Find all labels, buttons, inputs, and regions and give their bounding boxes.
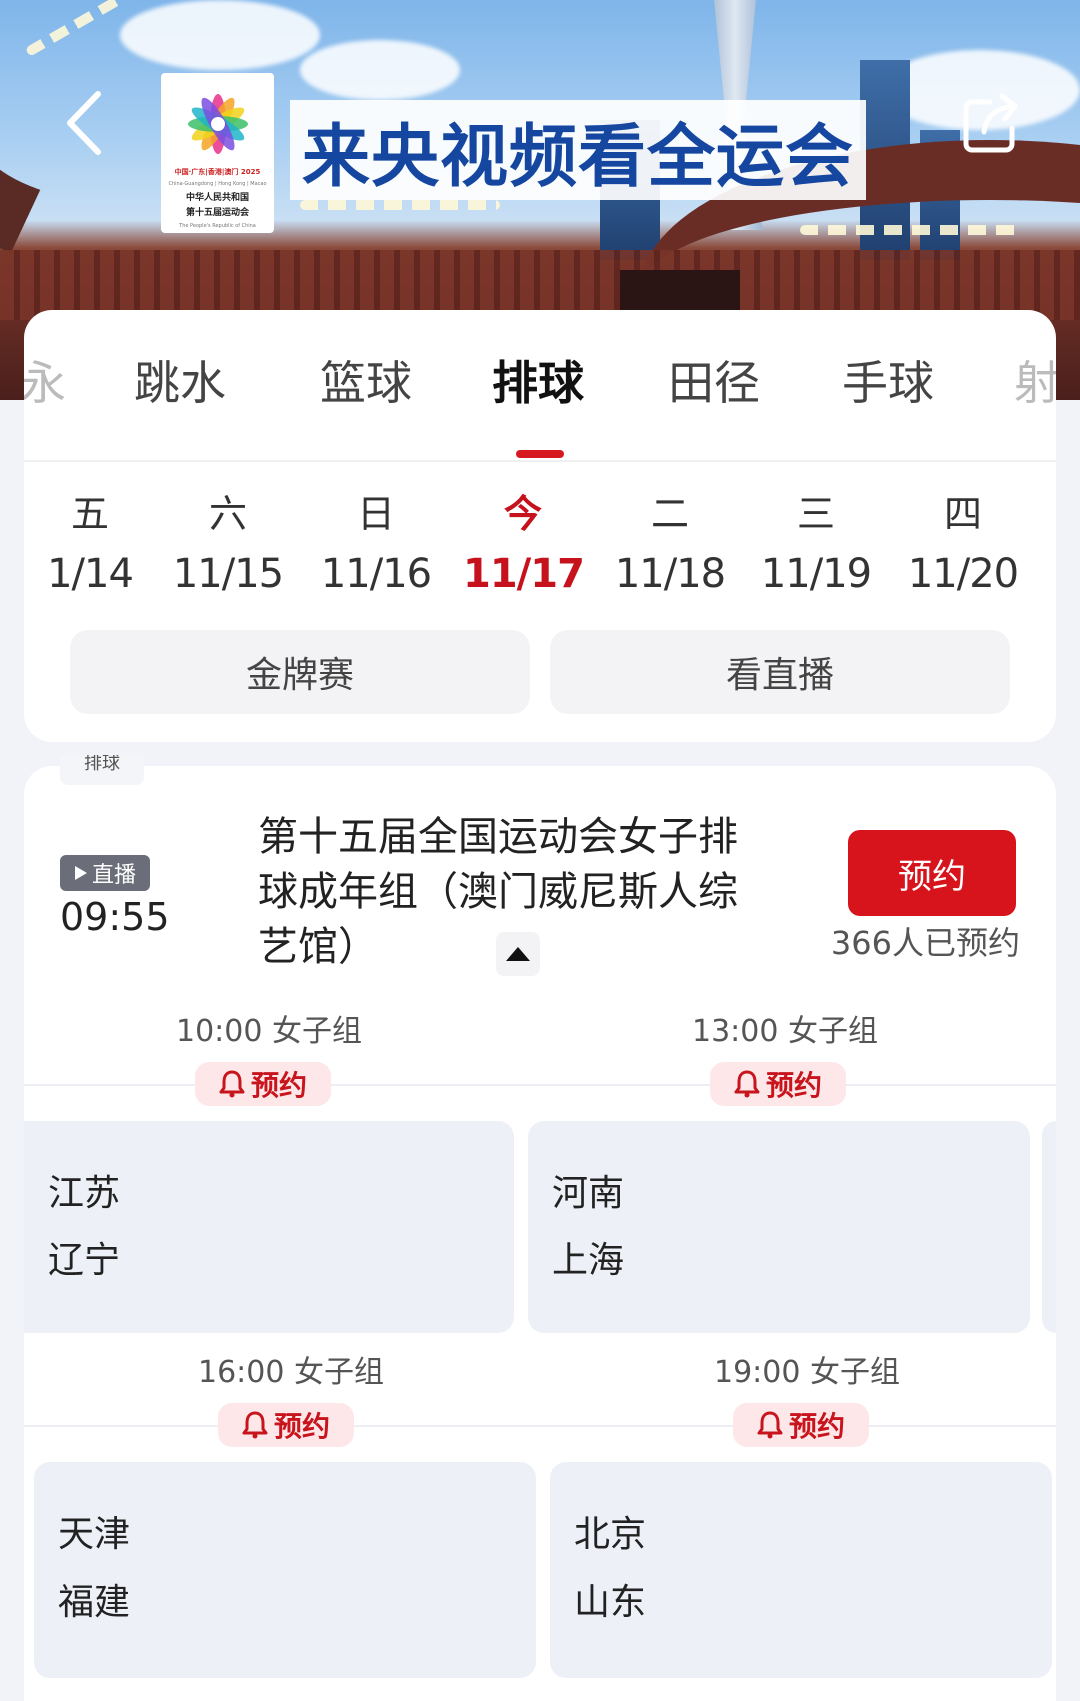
share-icon xyxy=(963,93,1018,153)
date-value: 11/20 xyxy=(907,551,1019,597)
sport-chip: 排球 xyxy=(60,755,144,785)
tab-sport-swimming[interactable]: 永 xyxy=(24,348,66,418)
live-badge: 直播 xyxy=(60,855,150,891)
share-button[interactable] xyxy=(960,92,1020,158)
remind-button[interactable]: 预约 xyxy=(218,1403,354,1447)
date-weekday: 二 xyxy=(650,492,689,536)
tab-sport-athletics[interactable]: 田径 xyxy=(668,348,760,418)
date-weekday: 今 xyxy=(503,492,542,536)
date-value: 11/19 xyxy=(760,551,872,597)
tab-sport-basketball[interactable]: 篮球 xyxy=(320,348,412,418)
reserve-button[interactable]: 预约 xyxy=(848,830,1016,916)
games-logo: 中国·广东|香港|澳门 2025 China·Guangdong | Hong … xyxy=(161,73,274,233)
team-name: 山东 xyxy=(574,1582,647,1623)
logo-caption-cn: 中华人民共和国 xyxy=(185,193,249,203)
date-value: 11/17 xyxy=(463,551,585,597)
stadium-lights xyxy=(300,200,500,210)
live-label: 直播 xyxy=(91,863,136,888)
bell-icon xyxy=(242,1411,268,1439)
match-card[interactable]: 天津 福建 xyxy=(34,1462,536,1678)
match-time: 13:00 女子组 xyxy=(692,1014,878,1049)
stadium-lights xyxy=(800,225,1020,235)
collapse-button[interactable] xyxy=(496,932,540,976)
logo-caption: 中国·广东|香港|澳门 2025 xyxy=(174,168,261,176)
date-weekday: 六 xyxy=(208,492,247,536)
logo-caption-en: The People's Republic of China xyxy=(179,223,256,229)
tab-sport-volleyball[interactable]: 排球 xyxy=(492,348,584,418)
reserve-count: 366人已预约 xyxy=(830,924,1020,962)
date-value: 11/15 xyxy=(172,551,284,597)
date-item[interactable]: 二 11/18 xyxy=(610,490,730,604)
bell-icon xyxy=(757,1411,783,1439)
match-card[interactable]: 江苏 辽宁 xyxy=(24,1121,514,1333)
team-name: 上海 xyxy=(552,1240,625,1281)
logo-caption-cn: 第十五届运动会 xyxy=(185,208,249,218)
date-value: 11/18 xyxy=(614,551,726,597)
team-name: 辽宁 xyxy=(48,1240,121,1281)
date-item[interactable]: 四 11/20 xyxy=(903,490,1023,604)
date-item[interactable]: 三 11/19 xyxy=(756,490,876,604)
bell-icon xyxy=(734,1070,760,1098)
date-item[interactable]: 日 11/16 xyxy=(316,490,436,604)
sport-tab-bar: 永 跳水 篮球 排球 田径 手球 射 xyxy=(24,348,1056,458)
timeline-divider xyxy=(24,1084,1056,1086)
date-weekday: 三 xyxy=(796,492,835,536)
match-card[interactable]: 河南 上海 xyxy=(528,1121,1030,1333)
games-emblem-icon xyxy=(187,94,248,154)
remind-label: 预约 xyxy=(273,1410,330,1443)
logo-caption-en: China·Guangdong | Hong Kong | Macao xyxy=(168,181,267,187)
date-item[interactable]: 五 1/14 xyxy=(30,490,150,604)
date-weekday: 五 xyxy=(70,492,109,536)
remind-button[interactable]: 预约 xyxy=(195,1062,331,1106)
remind-label: 预约 xyxy=(788,1410,845,1443)
team-name: 江苏 xyxy=(48,1173,121,1214)
remind-button[interactable]: 预约 xyxy=(733,1403,869,1447)
divider xyxy=(24,460,1056,462)
stadium-screen xyxy=(620,270,740,310)
match-time: 16:00 女子组 xyxy=(198,1355,384,1390)
back-chevron-icon xyxy=(67,91,101,155)
date-weekday: 四 xyxy=(943,492,982,536)
timeline-divider xyxy=(24,1425,1056,1427)
caret-up-icon xyxy=(506,947,530,961)
back-button[interactable] xyxy=(58,88,118,158)
match-card-peek[interactable] xyxy=(1042,1121,1056,1333)
tab-sport-handball[interactable]: 手球 xyxy=(842,348,934,418)
play-icon xyxy=(74,866,87,880)
match-time: 10:00 女子组 xyxy=(176,1014,362,1049)
match-card[interactable]: 北京 山东 xyxy=(550,1462,1052,1678)
tab-sport-shooting[interactable]: 射 xyxy=(1014,348,1056,418)
gold-medal-filter-button[interactable]: 金牌赛 xyxy=(70,630,530,714)
event-start-time: 09:55 xyxy=(60,895,170,939)
live-filter-button[interactable]: 看直播 xyxy=(550,630,1010,714)
team-name: 北京 xyxy=(574,1514,647,1555)
team-name: 福建 xyxy=(58,1582,131,1623)
team-name: 天津 xyxy=(58,1514,131,1555)
remind-label: 预约 xyxy=(765,1069,822,1102)
tab-sport-diving[interactable]: 跳水 xyxy=(134,348,226,418)
banner-title: 来央视频看全运会 xyxy=(290,100,867,200)
match-time: 19:00 女子组 xyxy=(714,1355,900,1390)
bell-icon xyxy=(219,1070,245,1098)
remind-label: 预约 xyxy=(250,1069,307,1102)
date-weekday: 日 xyxy=(356,492,395,536)
team-name: 河南 xyxy=(552,1173,625,1214)
date-value: 11/16 xyxy=(320,551,432,597)
active-tab-indicator xyxy=(516,450,564,458)
date-item[interactable]: 六 11/15 xyxy=(168,490,288,604)
date-value: 1/14 xyxy=(47,551,134,597)
remind-button[interactable]: 预约 xyxy=(710,1062,846,1106)
date-item-today[interactable]: 今 11/17 xyxy=(463,490,585,604)
